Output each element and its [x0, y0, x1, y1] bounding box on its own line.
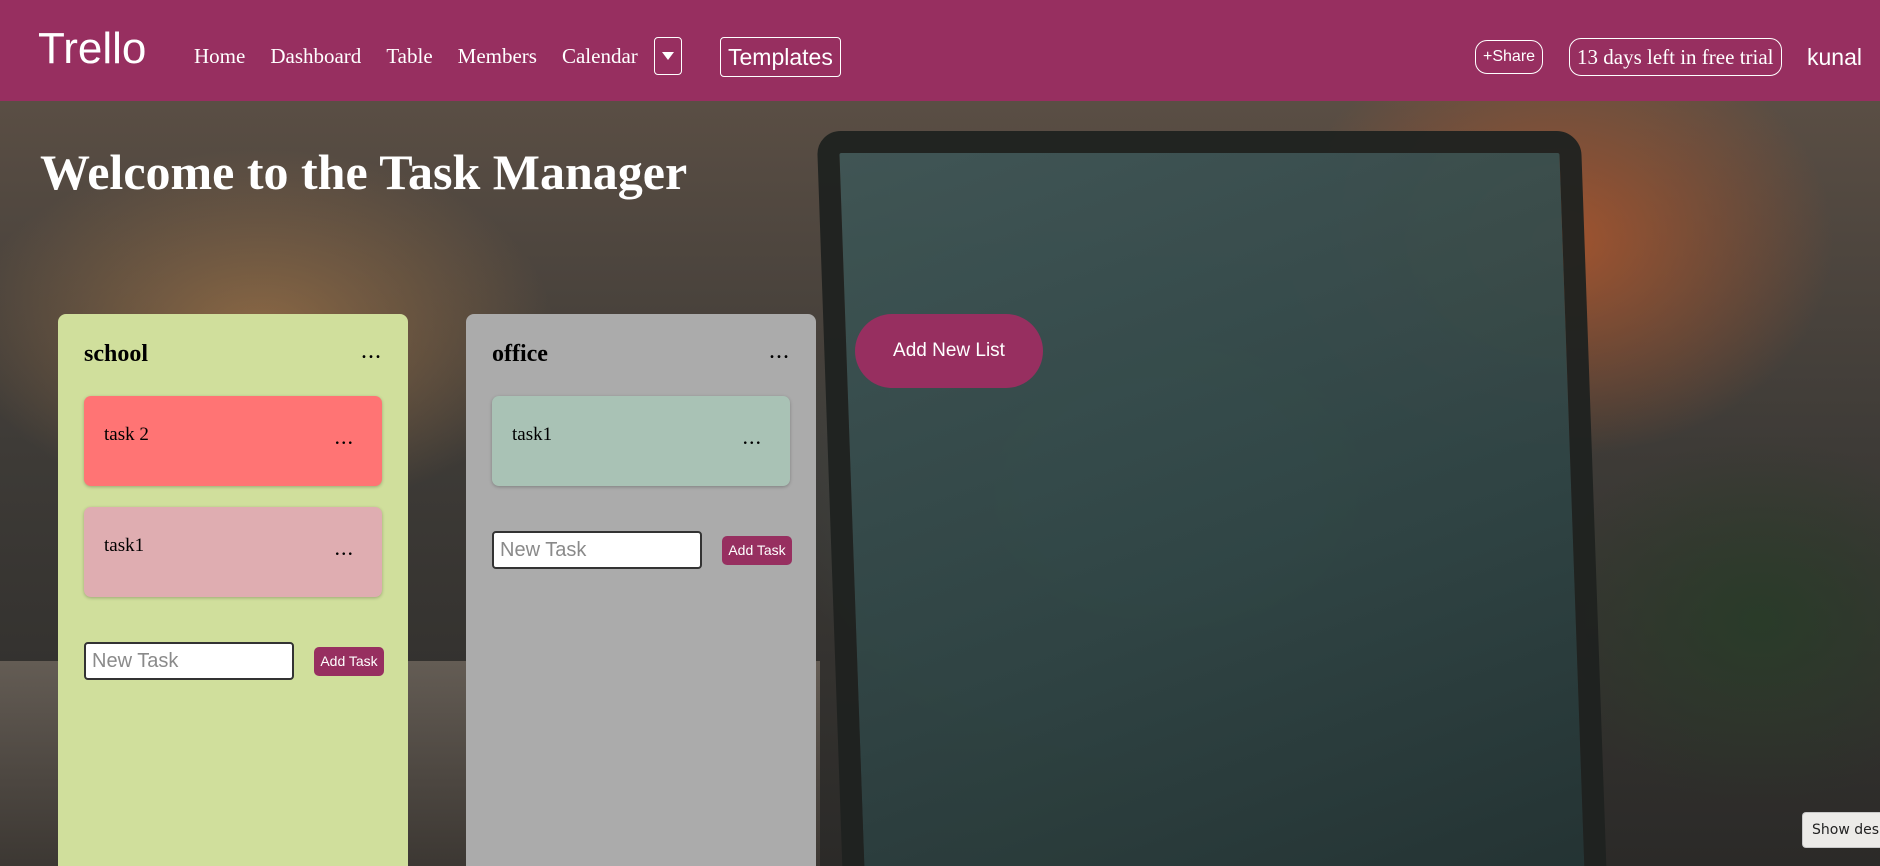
list-title: school [84, 341, 149, 367]
add-task-button[interactable]: Add Task [722, 536, 792, 565]
nav-dashboard[interactable]: Dashboard [270, 42, 361, 70]
task-menu-button[interactable]: ... [335, 424, 355, 450]
laptop-image [816, 131, 1608, 866]
show-desktop-tooltip: Show desktop [1802, 812, 1880, 848]
user-menu[interactable]: kunal [1807, 42, 1862, 72]
new-task-input[interactable] [84, 642, 294, 680]
add-new-list-button[interactable]: Add New List [855, 314, 1043, 388]
task-menu-button[interactable]: ... [743, 424, 763, 450]
page-title: Welcome to the Task Manager [40, 144, 688, 200]
task-label: task 2 [104, 424, 149, 445]
add-task-button[interactable]: Add Task [314, 647, 384, 676]
list-menu-button[interactable]: ... [361, 336, 382, 366]
nav-table[interactable]: Table [386, 42, 432, 70]
top-navbar: Trello Home Dashboard Table Members Cale… [0, 0, 1880, 101]
caret-down-icon [662, 52, 674, 60]
nav-links: Home Dashboard Table Members Calendar [194, 42, 638, 70]
list-office: office ... task1 ... Add Task [466, 314, 816, 866]
nav-calendar[interactable]: Calendar [562, 42, 638, 70]
share-button[interactable]: +Share [1475, 40, 1544, 74]
brand-logo[interactable]: Trello [38, 22, 146, 76]
free-trial-button[interactable]: 13 days left in free trial [1569, 38, 1782, 76]
task-label: task1 [512, 424, 553, 445]
new-task-input[interactable] [492, 531, 702, 569]
task-card[interactable]: task 2 ... [84, 396, 382, 486]
task-card[interactable]: task1 ... [84, 507, 382, 597]
nav-home[interactable]: Home [194, 42, 245, 70]
task-label: task1 [104, 535, 145, 556]
task-menu-button[interactable]: ... [335, 535, 355, 561]
list-menu-button[interactable]: ... [769, 336, 790, 366]
templates-button[interactable]: Templates [720, 37, 841, 77]
list-school: school ... task 2 ... task1 ... Add Task [58, 314, 408, 866]
nav-members[interactable]: Members [458, 42, 537, 70]
task-card[interactable]: task1 ... [492, 396, 790, 486]
list-title: office [492, 341, 548, 367]
calendar-dropdown-button[interactable] [654, 37, 682, 75]
